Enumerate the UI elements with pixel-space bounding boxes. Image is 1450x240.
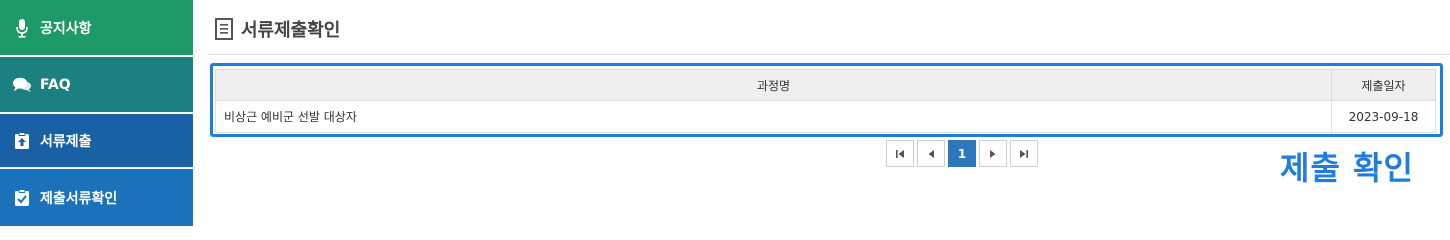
date-cell: 2023-09-18 [1331,100,1436,133]
document-icon [215,18,233,40]
last-page-icon [1020,149,1028,158]
microphone-icon [12,18,32,38]
column-header-date: 제출일자 [1331,69,1436,101]
prev-page-icon [928,149,934,158]
sidebar-item-label: 서류제출 [40,133,92,150]
sidebar-item-submit-documents[interactable]: 서류제출 [0,114,193,167]
annotation-label: 제출 확인 [1280,149,1414,187]
sidebar-item-label: 공지사항 [40,20,92,37]
next-page-icon [990,149,996,158]
sidebar-item-label: FAQ [40,76,71,93]
title-divider [208,54,1450,55]
submission-table: 과정명 제출일자 비상근 예비군 선발 대상자 2023-09-18 [215,69,1436,133]
check-clipboard-icon [12,188,32,208]
upload-clipboard-icon [12,131,32,151]
page-title-text: 서류제출확인 [241,20,341,41]
first-page-icon [896,149,904,158]
course-cell: 비상근 예비군 선발 대상자 [215,100,1332,133]
chat-bubbles-icon [12,75,32,95]
column-header-course: 과정명 [215,69,1332,101]
prev-page-button[interactable] [917,140,945,167]
table-row[interactable]: 비상근 예비군 선발 대상자 2023-09-18 [215,100,1436,133]
sidebar-item-check-submitted-documents[interactable]: 제출서류확인 [0,169,193,226]
table-header-row: 과정명 제출일자 [215,69,1436,101]
pagination: 1 [886,140,1038,167]
sidebar-item-faq[interactable]: FAQ [0,57,193,112]
page-title: 서류제출확인 [215,16,340,42]
last-page-button[interactable] [1010,140,1038,167]
sidebar-item-notice[interactable]: 공지사항 [0,0,193,55]
first-page-button[interactable] [886,140,914,167]
main-content: 서류제출확인 과정명 제출일자 비상근 예비군 선발 대상자 2023-09-1… [193,0,1450,226]
page-number-button[interactable]: 1 [948,140,976,167]
sidebar-item-label: 제출서류확인 [40,190,118,207]
sidebar: 공지사항 FAQ 서류제출 제출서류확인 [0,0,193,226]
next-page-button[interactable] [979,140,1007,167]
page-root: 공지사항 FAQ 서류제출 제출서류확인 서류제출확인 과정명 제출일자 비상근… [0,0,1450,226]
